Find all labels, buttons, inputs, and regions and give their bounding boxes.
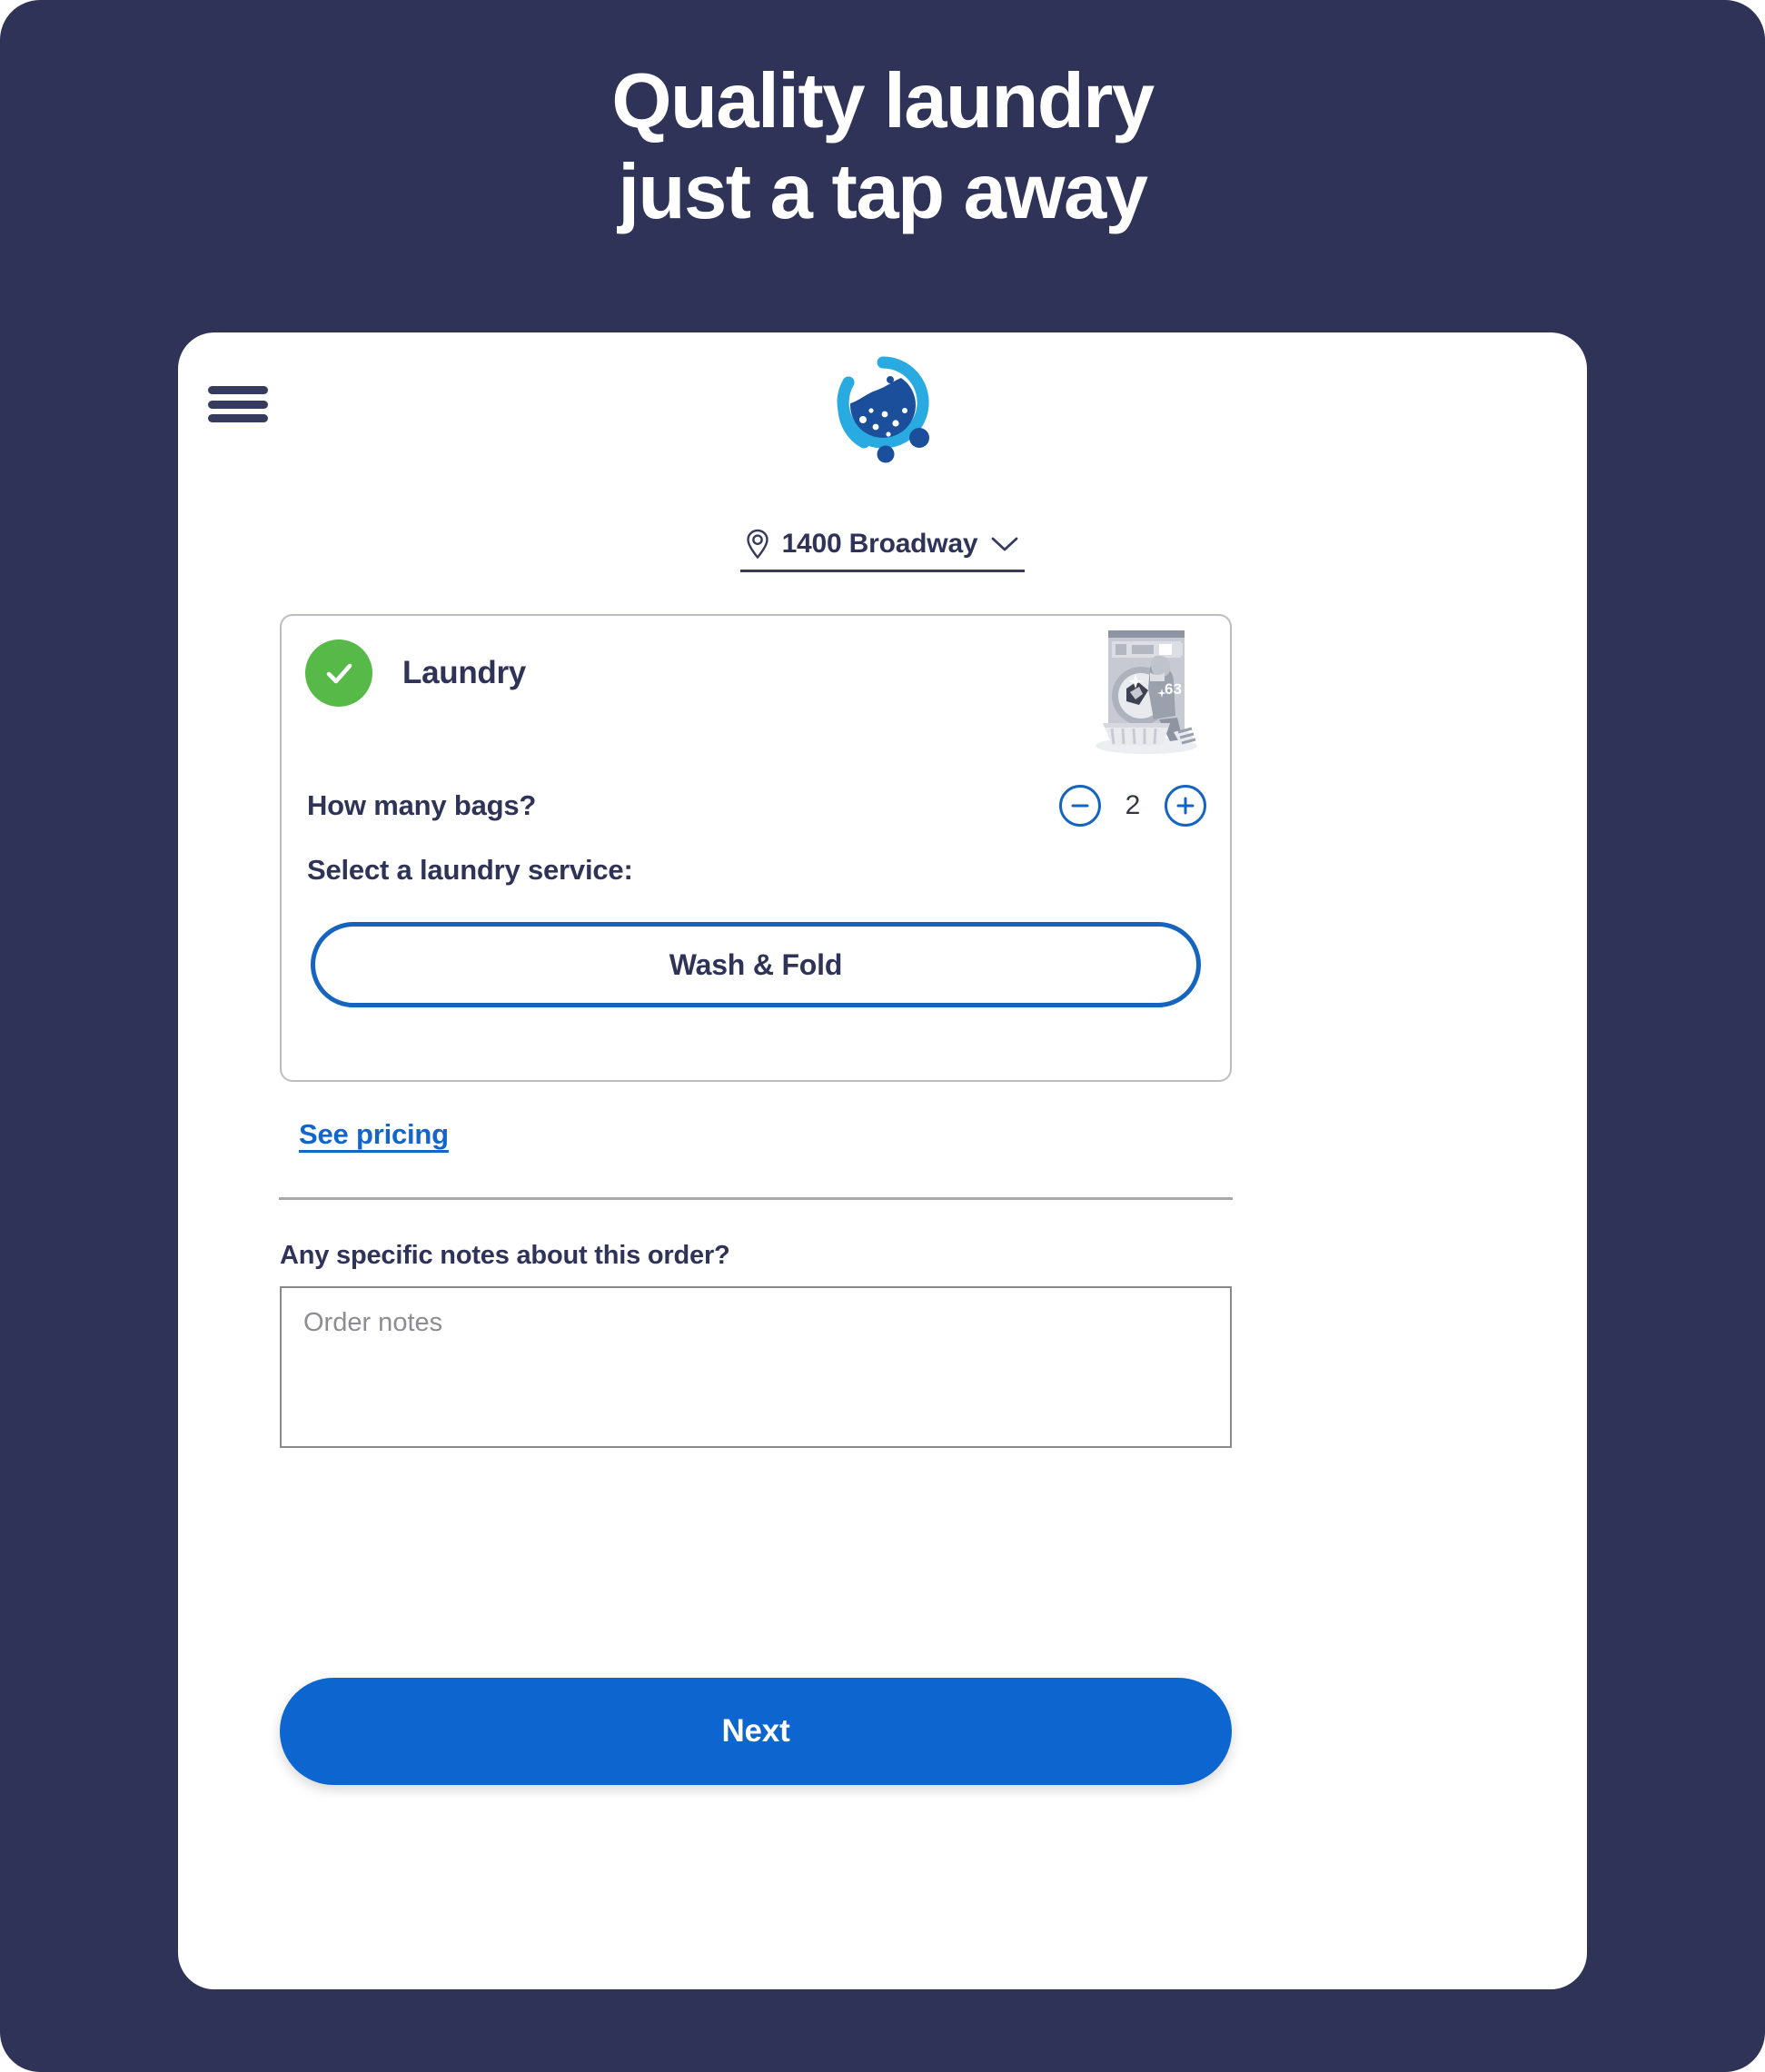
bags-label: How many bags? xyxy=(307,789,537,821)
check-circle-icon[interactable] xyxy=(305,639,372,707)
service-option-wash-and-fold[interactable]: Wash & Fold xyxy=(311,922,1201,1007)
plus-circle-icon[interactable] xyxy=(1165,785,1206,827)
laundry-bubble-logo-icon xyxy=(837,356,929,463)
bags-count-row: How many bags? 2 xyxy=(307,785,1206,827)
check-mark-icon xyxy=(326,663,352,684)
order-notes-input[interactable] xyxy=(280,1286,1232,1448)
headline-line-2: just a tap away xyxy=(618,149,1148,236)
headline-line-1: Quality laundry xyxy=(611,58,1155,144)
select-service-label: Select a laundry service: xyxy=(307,854,633,886)
map-pin-icon xyxy=(746,529,768,560)
location-selector-wrap: 1400 Broadway xyxy=(178,527,1587,572)
chevron-down-icon xyxy=(992,537,1018,551)
bags-count-value: 2 xyxy=(1125,790,1141,820)
location-selector[interactable]: 1400 Broadway xyxy=(739,527,1026,572)
see-pricing-link[interactable]: See pricing xyxy=(299,1118,449,1151)
bags-quantity-stepper: 2 xyxy=(1059,785,1206,827)
app-logo xyxy=(178,354,1587,463)
promo-frame: Quality laundry just a tap away 1400 Bro… xyxy=(0,0,1765,2072)
app-screen-card: 1400 Broadway Laundry 63 How many bags? … xyxy=(178,332,1587,1989)
service-title: Laundry xyxy=(402,655,526,690)
promo-headline: Quality laundry just a tap away xyxy=(0,56,1765,239)
laundry-service-card: Laundry 63 How many bags? 2 Select a lau… xyxy=(280,614,1232,1082)
location-address: 1400 Broadway xyxy=(781,529,978,559)
plus-glyph-icon xyxy=(1176,797,1195,815)
person-loading-washing-machine-illustration: 63 xyxy=(1096,630,1197,754)
service-card-header: Laundry xyxy=(305,639,526,707)
order-notes-label: Any specific notes about this order? xyxy=(280,1241,730,1270)
section-divider xyxy=(279,1197,1233,1200)
next-button[interactable]: Next xyxy=(280,1678,1232,1785)
svg-text:63: 63 xyxy=(1165,680,1182,698)
minus-circle-icon[interactable] xyxy=(1059,785,1101,827)
minus-glyph-icon xyxy=(1071,804,1089,808)
